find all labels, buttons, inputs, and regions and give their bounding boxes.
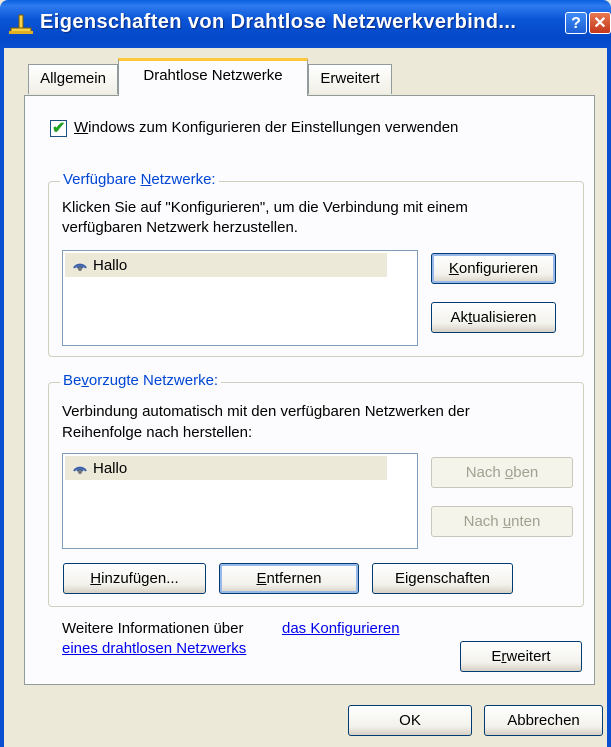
ok-button[interactable]: OK <box>348 705 472 736</box>
preferred-description-line1: Verbindung automatisch mit den verfügbar… <box>62 403 470 420</box>
window-title: Eigenschaften von Drahtlose Netzwerkverb… <box>40 11 517 33</box>
add-button[interactable]: Hinzufügen... <box>63 563 206 594</box>
use-windows-label[interactable]: Windows zum Konfigurieren der Einstellun… <box>74 119 458 136</box>
preferred-networks-list[interactable]: Hallo <box>62 453 418 549</box>
available-description-line1: Klicken Sie auf "Konfigurieren", um die … <box>62 199 468 216</box>
available-networks-legend: Verfügbare Netzwerke: <box>60 171 219 188</box>
properties-button[interactable]: Eigenschaften <box>372 563 513 594</box>
available-description-line2: verfügbaren Netzwerk herzustellen. <box>62 219 298 236</box>
wireless-network-icon <box>73 466 87 474</box>
network-name: Hallo <box>93 256 128 274</box>
title-bar[interactable]: Eigenschaften von Drahtlose Netzwerkverb… <box>0 0 611 48</box>
move-up-button[interactable]: Nach oben <box>431 457 573 488</box>
tab-erweitert[interactable]: Erweitert <box>308 64 392 94</box>
preferred-description-line2: Reihenfolge nach herstellen: <box>62 424 253 441</box>
advanced-button[interactable]: Erweitert <box>460 641 582 672</box>
move-down-button[interactable]: Nach unten <box>431 506 573 537</box>
available-networks-list[interactable]: Hallo <box>62 250 418 346</box>
list-item[interactable]: Hallo <box>65 253 387 277</box>
tab-allgemein[interactable]: Allgemein <box>28 64 118 94</box>
refresh-button[interactable]: Aktualisieren <box>431 302 556 333</box>
configure-button[interactable]: Konfigurieren <box>431 253 556 284</box>
preferred-networks-legend: Bevorzugte Netzwerke: <box>60 372 222 389</box>
configure-help-link-line2[interactable]: eines drahtlosen Netzwerks <box>62 640 246 657</box>
remove-button[interactable]: Entfernen <box>219 563 359 594</box>
window-frame-left <box>0 48 4 747</box>
help-button[interactable]: ? <box>565 12 587 34</box>
cancel-button[interactable]: Abbrechen <box>484 705 603 736</box>
wireless-network-icon <box>73 263 87 271</box>
configure-help-link-line1[interactable]: das Konfigurieren <box>282 620 400 637</box>
info-text: Weitere Informationen über <box>62 620 244 637</box>
network-connection-icon <box>9 14 33 34</box>
network-name: Hallo <box>93 459 128 477</box>
window-frame-right <box>607 48 611 747</box>
checkmark-icon: ✔ <box>52 120 66 137</box>
tab-drahtlose-netzwerke[interactable]: Drahtlose Netzwerke <box>118 58 308 96</box>
close-button[interactable]: ✕ <box>589 12 611 34</box>
use-windows-checkbox[interactable]: ✔ <box>50 120 67 137</box>
list-item[interactable]: Hallo <box>65 456 387 480</box>
